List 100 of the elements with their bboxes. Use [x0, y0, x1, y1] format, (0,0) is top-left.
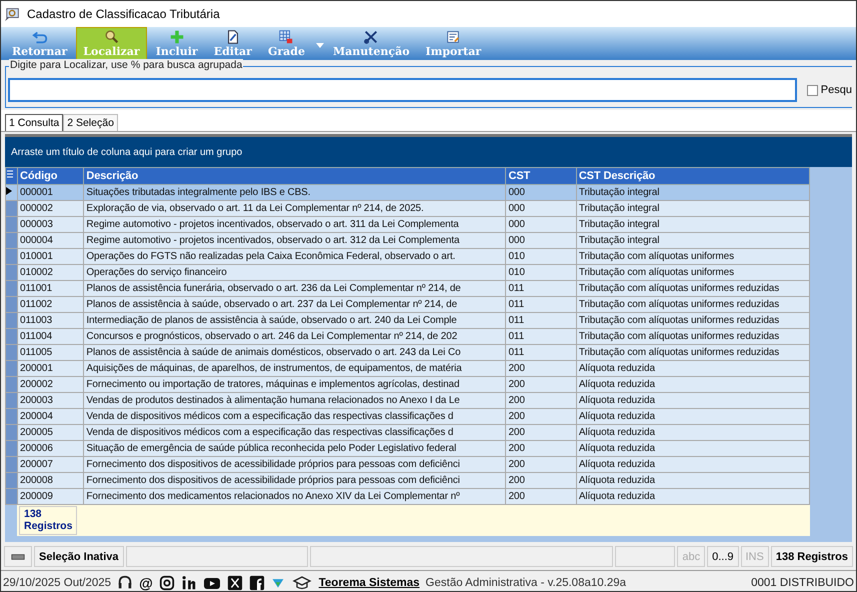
table-cell: Situações tributadas integralmente pelo IBS e CBS.: [84, 184, 506, 200]
table-cell: Tributação integral: [576, 184, 810, 200]
record-count: 138 Registros: [19, 506, 78, 535]
table-cell: 200002: [18, 376, 84, 392]
table-cell: 200004: [18, 408, 84, 424]
column-header[interactable]: CST: [506, 168, 576, 184]
column-header[interactable]: Descrição: [84, 168, 506, 184]
table-cell: Tributação com alíquotas uniformes reduzidas: [576, 296, 810, 312]
table-cell: 000004: [18, 232, 84, 248]
table-cell: Alíquota reduzida: [576, 440, 810, 456]
headset-icon[interactable]: [117, 575, 134, 591]
search-icon: [104, 29, 120, 45]
table-cell: 200003: [18, 392, 84, 408]
document-icon: [445, 29, 462, 45]
status-indicator: 0...9: [707, 546, 738, 567]
table-cell: Planos de assistência à saúde de animais domésticos, observado o art. 243 da Lei Co: [84, 344, 506, 360]
table-cell: 200: [506, 360, 576, 376]
table-cell: 200: [506, 456, 576, 472]
table-cell: Alíquota reduzida: [576, 392, 810, 408]
table-cell: Alíquota reduzida: [576, 360, 810, 376]
toolbar-button[interactable]: Incluir: [148, 27, 205, 60]
table-cell: 000: [506, 200, 576, 216]
table-cell: Operações do FGTS não realizadas pela Caixa Econômica Federal, observado o art.: [84, 248, 506, 264]
column-header[interactable]: CST Descrição: [576, 168, 810, 184]
table-cell: Alíquota reduzida: [576, 408, 810, 424]
square-icon[interactable]: [248, 575, 265, 591]
tools-icon: [363, 29, 380, 45]
table-cell: Planos de assistência funerária, observado o art. 236 da Lei Complementar nº 214, de: [84, 280, 506, 296]
selection-status: Seleção Inativa: [34, 546, 124, 567]
checkbox-label[interactable]: Pesqu: [820, 84, 852, 96]
table-cell: Tributação com alíquotas uniformes reduzidas: [576, 312, 810, 328]
cross-icon[interactable]: [226, 575, 243, 591]
table-cell: 000: [506, 184, 576, 200]
table-cell: 200008: [18, 472, 84, 488]
table-cell: 011: [506, 280, 576, 296]
email-link[interactable]: @: [139, 575, 153, 591]
table-cell: Alíquota reduzida: [576, 424, 810, 440]
table-cell: Alíquota reduzida: [576, 488, 810, 504]
plus-icon: [168, 29, 185, 45]
table-cell: 000001: [18, 184, 84, 200]
table-cell: 011005: [18, 344, 84, 360]
table-cell: Aquisições de máquinas, de aparelhos, de instrumentos, de equipamentos, de matéria: [84, 360, 506, 376]
table-cell: Planos de assistência à saúde, observado o art. 237 da Lei Complementar nº 214, de: [84, 296, 506, 312]
caret-icon[interactable]: [316, 43, 324, 48]
table-cell: 011003: [18, 312, 84, 328]
version-label: Gestão Administrativa - v.25.08a10.29a: [426, 577, 626, 589]
table-cell: 200005: [18, 424, 84, 440]
table-cell: Venda de dispositivos médicos com a especificação das respectivas classificações d: [84, 408, 506, 424]
camera-icon[interactable]: [158, 575, 175, 591]
table-cell: 011: [506, 296, 576, 312]
tab[interactable]: 2 Seleção: [63, 114, 118, 131]
toolbar-button[interactable]: Importar: [418, 27, 488, 60]
grid-icon: [278, 29, 294, 45]
undo-arrow-icon: [32, 29, 48, 45]
table-cell: 000: [506, 216, 576, 232]
toolbar-button[interactable]: Grade: [260, 27, 312, 60]
table-cell: 000002: [18, 200, 84, 216]
table-cell: Regime automotivo - projetos incentivados, observado o art. 312 da Lei Complementa: [84, 232, 506, 248]
table-cell: Tributação integral: [576, 216, 810, 232]
date-label: 29/10/2025 Out/2025: [3, 577, 112, 589]
table-cell: Exploração de via, observado o art. 11 da Lei Complementar nº 214, de 2025.: [84, 200, 506, 216]
table-cell: 010: [506, 264, 576, 280]
table-cell: 200006: [18, 440, 84, 456]
record-status: 138 Registros: [770, 546, 853, 567]
table-cell: 000003: [18, 216, 84, 232]
graduation-cap-icon[interactable]: [290, 574, 313, 591]
company-link[interactable]: Teorema Sistemas: [318, 577, 420, 589]
triangle-icon[interactable]: [270, 576, 285, 590]
table-cell: 200: [506, 392, 576, 408]
table-cell: 011004: [18, 328, 84, 344]
table-cell: 010001: [18, 248, 84, 264]
table-cell: 200: [506, 440, 576, 456]
table-cell: Regime automotivo - projetos incentivados, observado o art. 311 da Lei Complementa: [84, 216, 506, 232]
table-cell: Tributação com alíquotas uniformes: [576, 248, 810, 264]
table-cell: 200007: [18, 456, 84, 472]
toolbar-button[interactable]: Manutenção: [326, 27, 417, 60]
window-icon: [5, 6, 21, 22]
tab[interactable]: 1 Consulta: [5, 114, 64, 131]
network-icon[interactable]: [180, 575, 197, 591]
table-cell: Alíquota reduzida: [576, 376, 810, 392]
status-indicator: INS: [740, 546, 769, 567]
table-cell: Concursos e prognósticos, observado o art. 246 da Lei Complementar nº 214, de 202: [84, 328, 506, 344]
table-cell: Tributação com alíquotas uniformes: [576, 264, 810, 280]
table-cell: Fornecimento dos dispositivos de acessibilidade próprios para pessoas com deficiênci: [84, 472, 506, 488]
table-cell: 200: [506, 376, 576, 392]
table-cell: Tributação com alíquotas uniformes reduzidas: [576, 344, 810, 360]
table-cell: 200: [506, 424, 576, 440]
column-chooser-icon[interactable]: [6, 170, 14, 180]
table-cell: 200: [506, 408, 576, 424]
table-cell: Tributação integral: [576, 232, 810, 248]
search-field[interactable]: [8, 78, 797, 102]
table-cell: 011: [506, 312, 576, 328]
table-cell: Tributação com alíquotas uniformes reduzidas: [576, 280, 810, 296]
search-legend: Digite para Localizar, use % para busca agrupada: [9, 59, 244, 71]
branch-label: 0001 DISTRIBUIDO: [751, 577, 854, 589]
column-header[interactable]: Código: [18, 168, 84, 184]
toolbar-button[interactable]: Editar: [206, 27, 259, 60]
checkbox[interactable]: [806, 84, 818, 96]
toolbar-button[interactable]: Retornar: [5, 27, 74, 60]
table-cell: Vendas de produtos destinados à alimentação humana relacionados no Anexo I da Le: [84, 392, 506, 408]
